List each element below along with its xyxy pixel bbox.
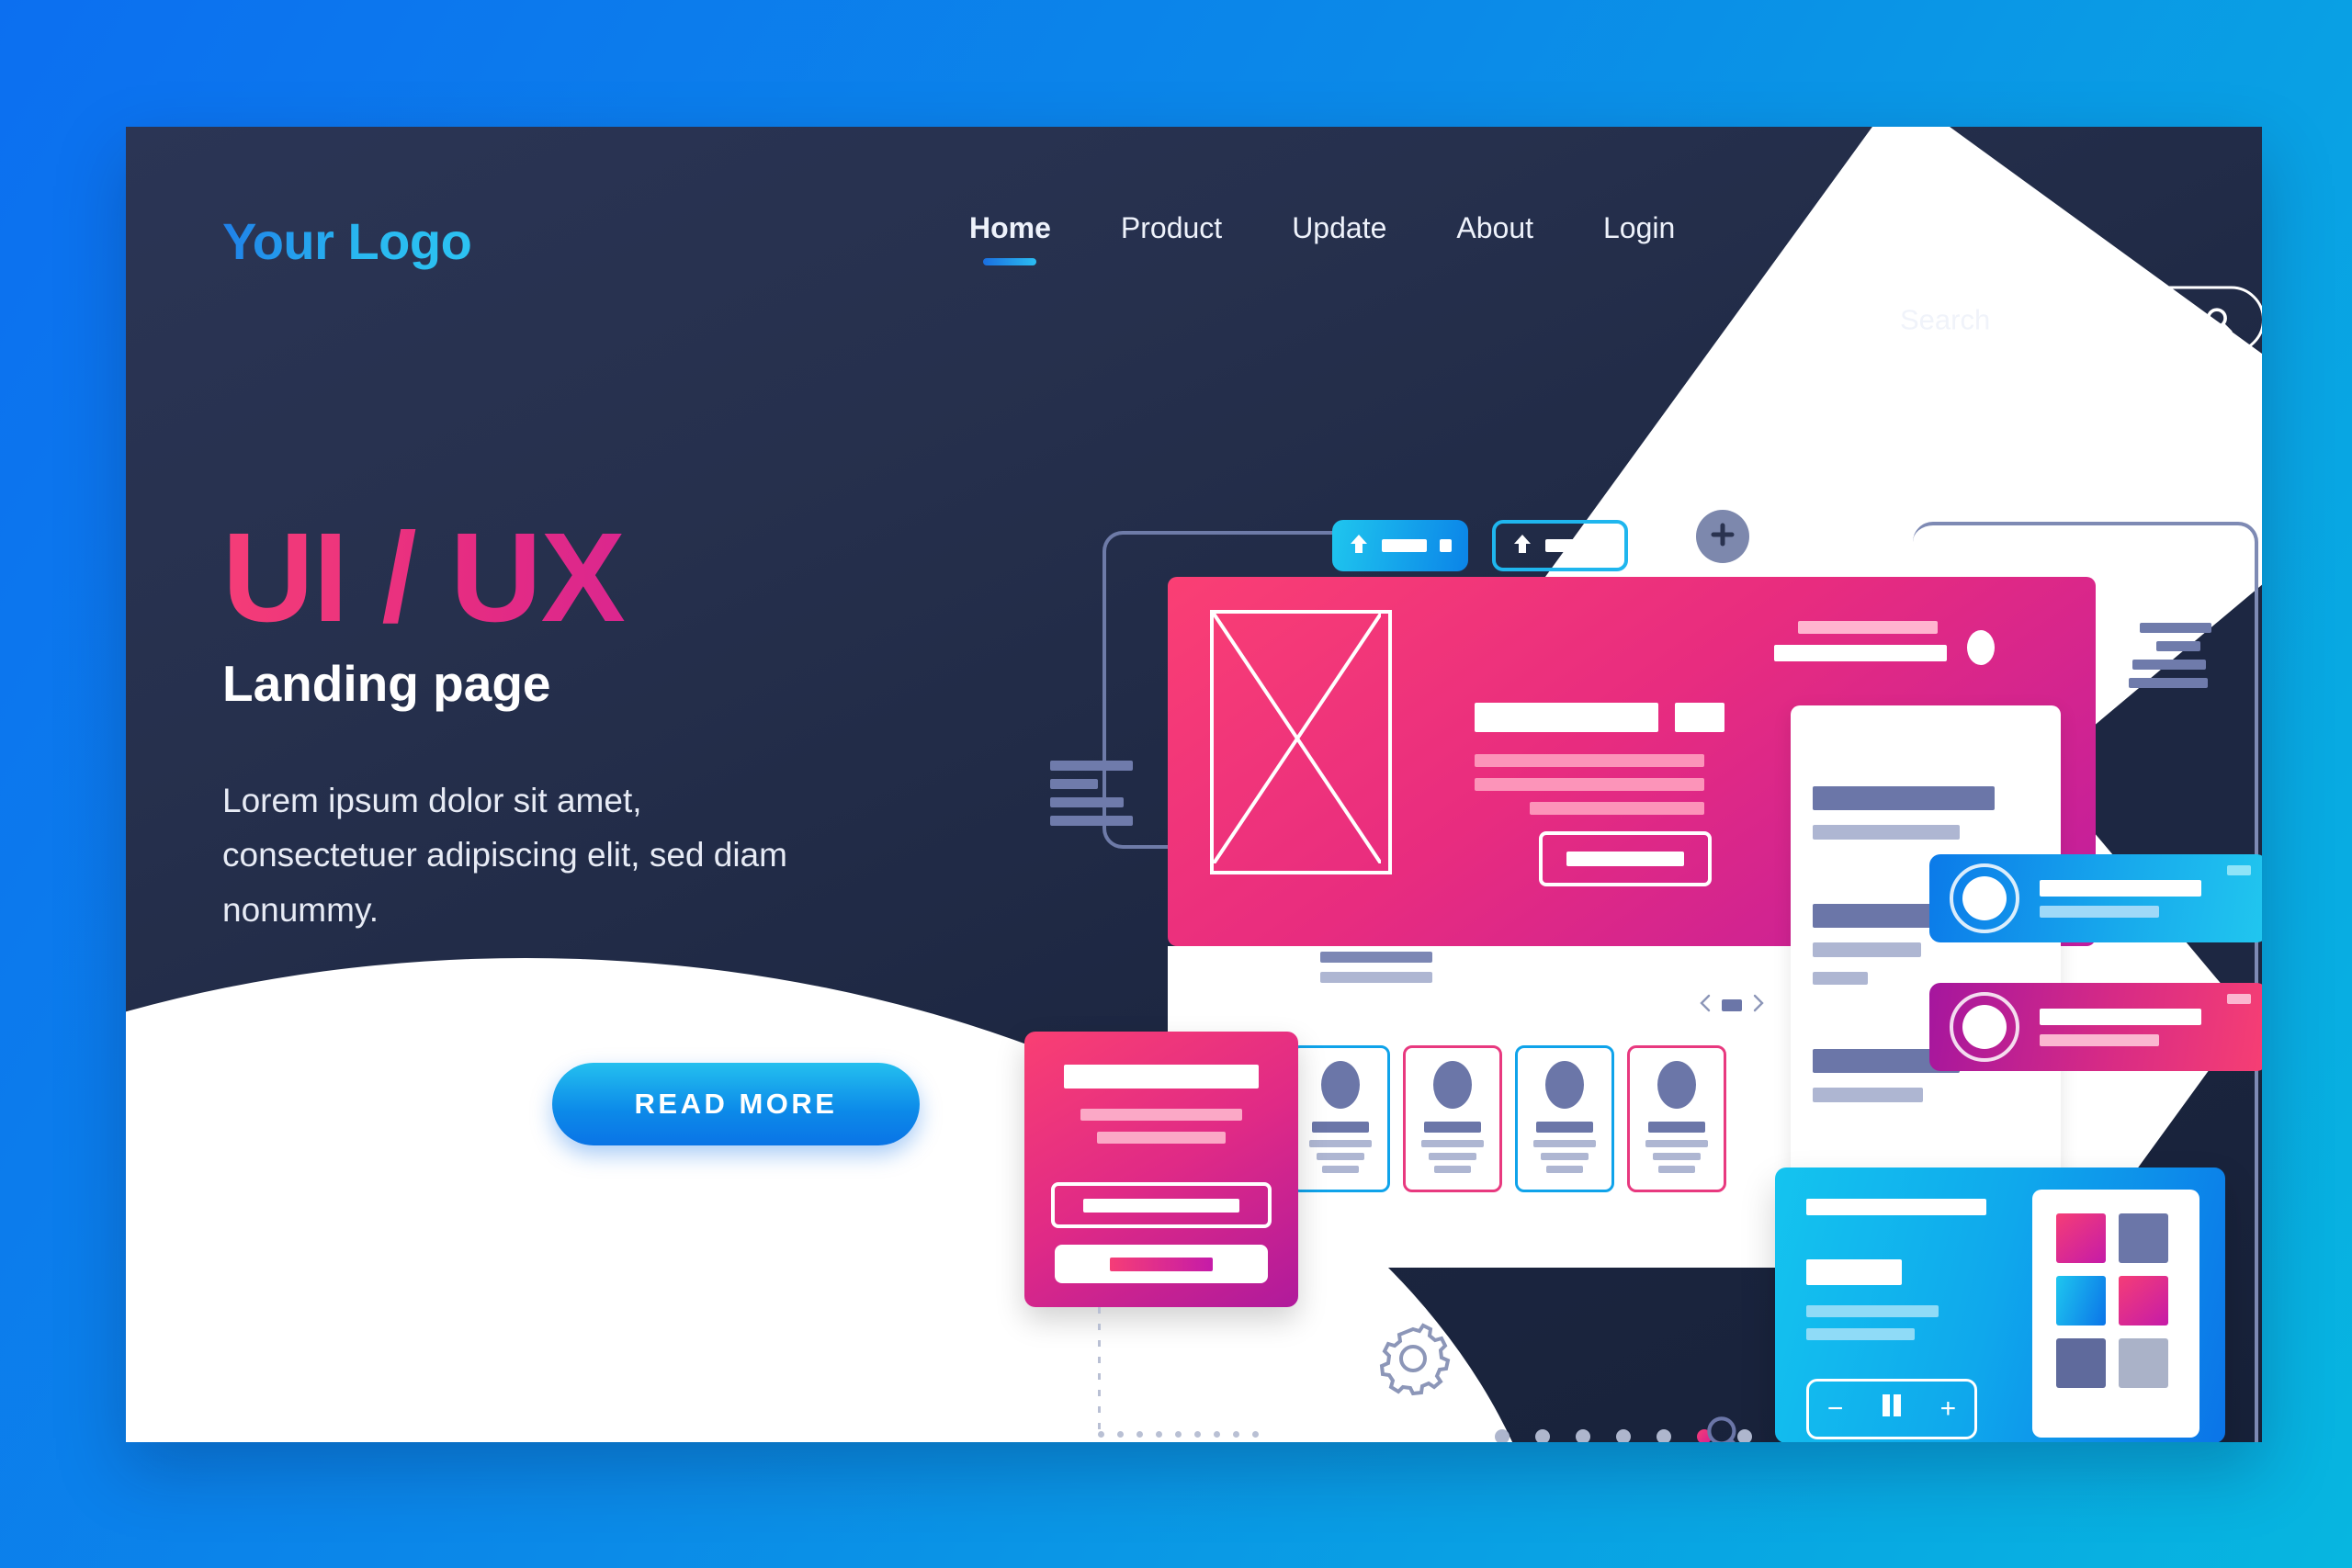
read-more-button[interactable]: READ MORE — [552, 1063, 920, 1145]
window-cta-button[interactable] — [1539, 831, 1712, 886]
chevron-left-icon[interactable] — [1699, 994, 1712, 1017]
chip-label-bar — [1545, 539, 1585, 552]
profile-card[interactable] — [1403, 1045, 1502, 1192]
avatar — [1321, 1061, 1360, 1109]
dotted-line-vertical — [1098, 1307, 1101, 1436]
upload-chip-outline[interactable] — [1492, 520, 1628, 571]
carousel-indicator — [1722, 999, 1742, 1011]
nav-item-about[interactable]: About — [1421, 211, 1568, 245]
dotted-trail — [1098, 1431, 1259, 1438]
profile-card[interactable] — [1291, 1045, 1390, 1192]
toggle-knob[interactable] — [1967, 630, 1995, 665]
profile-card-row — [1291, 1045, 1726, 1192]
avatar — [1657, 1061, 1696, 1109]
form-card — [1024, 1032, 1298, 1307]
pagination-dot[interactable] — [1495, 1429, 1510, 1442]
chip-badge-bar — [1440, 539, 1452, 552]
window-tab-bars — [1320, 952, 1432, 983]
decor-text-bars-right — [2129, 623, 2211, 688]
pagination-dot[interactable] — [1535, 1429, 1550, 1442]
search-input[interactable]: Search — [1900, 303, 1990, 336]
player-controls[interactable]: − + — [1806, 1379, 1977, 1439]
input-value-bar — [1083, 1198, 1239, 1213]
plus-icon — [1707, 519, 1738, 555]
notification-card-pink[interactable] — [1929, 983, 2262, 1071]
button-label-bar — [1566, 852, 1684, 866]
avatar — [1950, 992, 2019, 1062]
decor-text-bars-left — [1050, 761, 1133, 826]
upload-chip-filled[interactable] — [1332, 520, 1468, 571]
submit-label-bar — [1110, 1257, 1213, 1271]
form-submit-button[interactable] — [1055, 1245, 1268, 1283]
search-icon[interactable] — [2203, 304, 2234, 335]
swatch[interactable] — [2119, 1213, 2168, 1263]
hero-card: Your Logo Home Product Update About Logi… — [126, 127, 2262, 1442]
pagination-dot[interactable] — [1657, 1429, 1671, 1442]
upload-icon — [1512, 533, 1532, 559]
image-placeholder — [1210, 610, 1392, 874]
card-badge — [2227, 994, 2251, 1004]
nav-item-update[interactable]: Update — [1257, 211, 1421, 245]
card-badge — [2227, 865, 2251, 875]
pause-icon[interactable] — [1880, 1393, 1904, 1426]
window-content-bars — [1475, 703, 1724, 815]
add-button[interactable] — [1696, 510, 1749, 563]
profile-card[interactable] — [1627, 1045, 1726, 1192]
pagination-dot[interactable] — [1576, 1429, 1590, 1442]
chip-label-bar — [1382, 539, 1428, 552]
search-icon[interactable] — [1702, 1411, 1747, 1442]
nav-item-product[interactable]: Product — [1086, 211, 1257, 245]
nav-item-login[interactable]: Login — [1568, 211, 1710, 245]
profile-card[interactable] — [1515, 1045, 1614, 1192]
avatar — [1433, 1061, 1472, 1109]
swatch[interactable] — [2056, 1338, 2106, 1388]
page-root: Your Logo Home Product Update About Logi… — [0, 0, 2352, 1568]
active-indicator — [983, 258, 1037, 265]
main-navigation: Home Product Update About Login — [934, 211, 1710, 265]
hero-description: Lorem ipsum dolor sit amet, consectetuer… — [222, 781, 787, 930]
chip-badge-bar — [1597, 539, 1608, 552]
swatch[interactable] — [2056, 1276, 2106, 1325]
pagination-dot[interactable] — [1616, 1429, 1631, 1442]
nav-item-home[interactable]: Home — [934, 211, 1086, 265]
page-title: UI / UX — [222, 512, 939, 645]
site-header: Your Logo Home Product Update About Logi… — [126, 127, 2262, 354]
nav-item-label: Home — [969, 211, 1051, 244]
page-subtitle: Landing page — [222, 654, 551, 712]
search-box[interactable]: Search — [1862, 286, 2262, 354]
nav-item-label: Product — [1120, 211, 1223, 244]
chevron-right-icon[interactable] — [1752, 994, 1765, 1017]
nav-item-label: About — [1456, 211, 1533, 244]
avatar — [1545, 1061, 1584, 1109]
upload-icon — [1349, 533, 1369, 559]
avatar — [1950, 863, 2019, 933]
form-input[interactable] — [1051, 1182, 1272, 1228]
hero-copy: UI / UX Landing page Lorem ipsum dolor s… — [222, 512, 939, 938]
swatch[interactable] — [2119, 1276, 2168, 1325]
nav-item-label: Update — [1292, 211, 1387, 244]
swatch[interactable] — [2119, 1338, 2168, 1388]
decrease-button[interactable]: − — [1827, 1393, 1844, 1425]
carousel-control[interactable] — [1699, 994, 1765, 1017]
notification-card-blue[interactable] — [1929, 854, 2262, 942]
color-swatch-card — [2032, 1190, 2199, 1438]
logo[interactable]: Your Logo — [222, 211, 472, 271]
window-toggle-row[interactable] — [1774, 621, 1947, 661]
swatch[interactable] — [2056, 1213, 2106, 1263]
gear-icon — [1371, 1316, 1455, 1405]
increase-button[interactable]: + — [1940, 1393, 1957, 1425]
nav-item-label: Login — [1603, 211, 1676, 244]
